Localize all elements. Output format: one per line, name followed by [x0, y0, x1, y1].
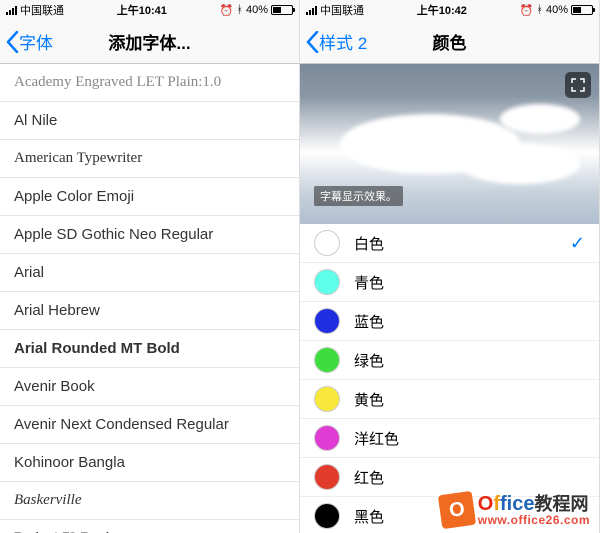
subtitle-sample: 字幕显示效果。 [314, 186, 403, 206]
color-swatch [314, 269, 340, 295]
font-row[interactable]: Baskerville [0, 482, 299, 520]
status-time: 上午10:41 [117, 2, 167, 18]
back-button[interactable]: 字体 [0, 29, 53, 54]
color-swatch [314, 308, 340, 334]
color-label: 黑色 [354, 506, 384, 527]
color-swatch [314, 425, 340, 451]
color-row[interactable]: 白色 ✓ [300, 224, 599, 263]
signal-icon [306, 6, 317, 15]
color-row[interactable]: 蓝色 [300, 302, 599, 341]
chevron-left-icon [6, 31, 19, 53]
font-row[interactable]: Arial Hebrew [0, 292, 299, 330]
phone-left: 中国联通 上午10:41 ⏰ ᚼ 40% 字体 添加字体... Academy … [0, 0, 300, 533]
font-row[interactable]: Avenir Next Condensed Regular [0, 406, 299, 444]
color-row[interactable]: 绿色 [300, 341, 599, 380]
battery-percent: 40% [546, 4, 568, 16]
color-row[interactable]: 洋红色 [300, 419, 599, 458]
battery-percent: 40% [246, 4, 268, 16]
color-swatch [314, 230, 340, 256]
color-label: 绿色 [354, 350, 384, 371]
alarm-icon: ⏰ [220, 4, 234, 17]
color-label: 蓝色 [354, 311, 384, 332]
font-row[interactable]: Bodoni 72 Book [0, 520, 299, 533]
back-label: 样式 2 [319, 29, 367, 54]
expand-button[interactable] [565, 72, 591, 98]
color-swatch [314, 464, 340, 490]
back-label: 字体 [19, 29, 53, 54]
color-label: 黄色 [354, 389, 384, 410]
battery-icon [271, 5, 293, 15]
color-swatch [314, 347, 340, 373]
carrier-label: 中国联通 [20, 2, 64, 18]
nav-bar: 样式 2 颜色 [300, 20, 599, 64]
font-row[interactable]: Arial [0, 254, 299, 292]
font-row[interactable]: Apple Color Emoji [0, 178, 299, 216]
color-row[interactable]: 红色 [300, 458, 599, 497]
nav-bar: 字体 添加字体... [0, 20, 299, 64]
chevron-left-icon [306, 31, 319, 53]
phone-right: 中国联通 上午10:42 ⏰ ᚼ 40% 样式 2 颜色 字幕显示效果。 白色 ✓… [300, 0, 600, 533]
font-row[interactable]: Apple SD Gothic Neo Regular [0, 216, 299, 254]
color-swatch [314, 503, 340, 529]
font-row[interactable]: Arial Rounded MT Bold [0, 330, 299, 368]
carrier-label: 中国联通 [320, 2, 364, 18]
color-label: 红色 [354, 467, 384, 488]
color-row[interactable]: 黑色 [300, 497, 599, 533]
checkmark-icon: ✓ [570, 233, 585, 254]
preview-pane: 字幕显示效果。 [300, 64, 599, 224]
font-row[interactable]: Avenir Book [0, 368, 299, 406]
font-row[interactable]: American Typewriter [0, 140, 299, 178]
alarm-icon: ⏰ [520, 4, 534, 17]
color-label: 青色 [354, 272, 384, 293]
bluetooth-icon: ᚼ [236, 4, 243, 16]
color-row[interactable]: 黄色 [300, 380, 599, 419]
expand-icon [571, 78, 585, 92]
font-row[interactable]: Kohinoor Bangla [0, 444, 299, 482]
color-label: 白色 [354, 233, 384, 254]
back-button[interactable]: 样式 2 [300, 29, 367, 54]
color-list[interactable]: 白色 ✓ 青色蓝色绿色黄色洋红色红色黑色 [300, 224, 599, 533]
status-bar: 中国联通 上午10:41 ⏰ ᚼ 40% [0, 0, 299, 20]
font-list[interactable]: Academy Engraved LET Plain:1.0 Al Nile A… [0, 64, 299, 533]
signal-icon [6, 6, 17, 15]
color-swatch [314, 386, 340, 412]
font-row[interactable]: Academy Engraved LET Plain:1.0 [0, 64, 299, 102]
color-row[interactable]: 青色 [300, 263, 599, 302]
battery-icon [571, 5, 593, 15]
color-label: 洋红色 [354, 428, 399, 449]
font-row[interactable]: Al Nile [0, 102, 299, 140]
status-time: 上午10:42 [417, 2, 467, 18]
status-bar: 中国联通 上午10:42 ⏰ ᚼ 40% [300, 0, 599, 20]
bluetooth-icon: ᚼ [536, 4, 543, 16]
